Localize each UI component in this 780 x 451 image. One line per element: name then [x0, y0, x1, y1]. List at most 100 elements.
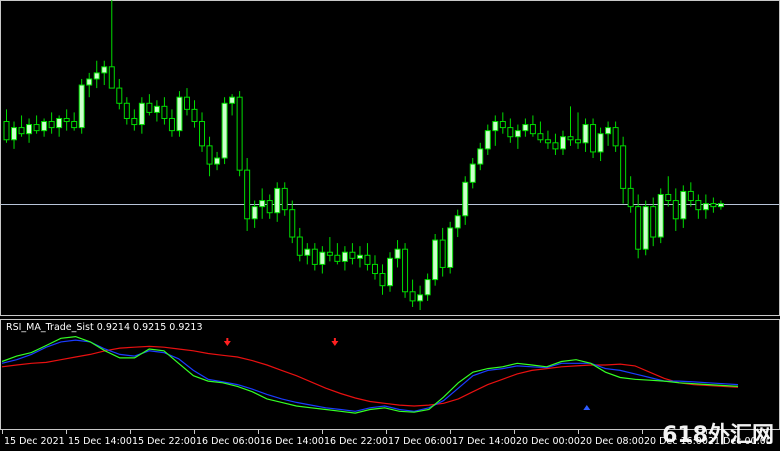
candle-body — [559, 136, 566, 150]
sell-signal-arrow — [223, 338, 231, 346]
candle — [93, 60, 100, 89]
candle — [477, 142, 484, 171]
candle — [582, 118, 589, 152]
x-tick-label: 17 Dec 06:00 — [388, 436, 452, 447]
candle-body — [304, 248, 311, 256]
x-tick-label: 20 Dec 08:00 — [580, 436, 644, 447]
candle-body — [529, 124, 536, 135]
x-tick-label: 15 Dec 22:00 — [132, 436, 196, 447]
candle — [274, 182, 281, 222]
candle-body — [409, 291, 416, 302]
x-tick-label: 15 Dec 2021 — [4, 436, 65, 447]
candle-body — [259, 200, 266, 208]
candle — [559, 130, 566, 155]
candle-body — [48, 121, 55, 129]
candle-body — [123, 102, 130, 119]
candle-body — [214, 157, 221, 165]
candle-body — [146, 102, 153, 113]
candle — [191, 100, 198, 128]
candle — [199, 112, 206, 152]
candle — [123, 97, 130, 125]
candle-body — [379, 273, 386, 287]
candle — [657, 188, 664, 244]
candle-body — [206, 145, 213, 165]
candle — [259, 188, 266, 219]
candle-body — [462, 181, 469, 217]
candle — [590, 118, 597, 158]
candle — [176, 91, 183, 137]
candle — [439, 227, 446, 277]
candle — [454, 209, 461, 238]
candle — [514, 124, 521, 149]
sell-signal-arrow — [331, 338, 339, 346]
candle-body — [138, 102, 145, 126]
candle-body — [26, 124, 33, 135]
candle-body — [86, 78, 93, 86]
candle — [371, 255, 378, 280]
candle — [379, 264, 386, 295]
indicator-pane-frame — [0, 319, 780, 430]
candle — [597, 127, 604, 162]
candle — [424, 273, 431, 301]
candle-body — [507, 127, 514, 138]
candle-body — [131, 117, 138, 126]
candle-body — [319, 251, 326, 265]
candle-body — [281, 187, 288, 211]
candle-body — [266, 200, 273, 214]
candle — [26, 118, 33, 143]
candle-body — [93, 72, 100, 80]
candle-body — [251, 206, 258, 220]
candle-body — [296, 236, 303, 256]
candle-body — [567, 136, 574, 141]
candle — [108, 0, 115, 89]
candle-body — [432, 239, 439, 281]
x-tick-label: 16 Dec 22:00 — [324, 436, 388, 447]
candle-body — [627, 187, 634, 208]
candle-body — [717, 203, 724, 208]
candle — [552, 133, 559, 155]
candle — [642, 200, 649, 256]
candle — [356, 246, 363, 268]
candle-body — [11, 127, 18, 141]
candle-body — [469, 163, 476, 183]
indicator-label: RSI_MA_Trade_Sist 0.9214 0.9215 0.9213 — [6, 322, 203, 333]
candle-body — [71, 121, 78, 129]
candle — [687, 182, 694, 207]
candle-body — [33, 124, 40, 132]
candle — [153, 100, 160, 122]
candle — [469, 158, 476, 189]
candle — [11, 121, 18, 149]
candle — [78, 78, 85, 134]
candle — [537, 121, 544, 143]
candle — [214, 151, 221, 171]
candle-body — [499, 121, 506, 129]
candle-body — [236, 96, 243, 171]
candle-body — [311, 248, 318, 265]
candle — [529, 115, 536, 137]
candle-body — [153, 105, 160, 113]
candle-body — [199, 121, 206, 147]
candle — [409, 279, 416, 307]
candle-body — [101, 66, 108, 74]
candle — [695, 194, 702, 219]
candle — [266, 194, 273, 219]
candle — [326, 237, 333, 262]
candle — [131, 109, 138, 131]
candle — [672, 188, 679, 231]
candle — [161, 97, 168, 125]
candle — [402, 243, 409, 298]
candle-body — [537, 133, 544, 141]
x-tick-label: 20 Dec 00:00 — [516, 436, 580, 447]
time-axis: 15 Dec 2021 15 Dec 14:00 15 Dec 22:00 16 De… — [2, 430, 772, 447]
candle-body — [349, 251, 356, 259]
candle-body — [635, 206, 642, 250]
candle — [364, 243, 371, 271]
candle — [56, 115, 63, 137]
candle-body — [183, 96, 190, 110]
candle — [417, 285, 424, 310]
candle-body — [695, 200, 702, 211]
candle — [334, 243, 341, 265]
candle — [432, 234, 439, 286]
candle — [3, 109, 10, 143]
candle-body — [582, 124, 589, 144]
